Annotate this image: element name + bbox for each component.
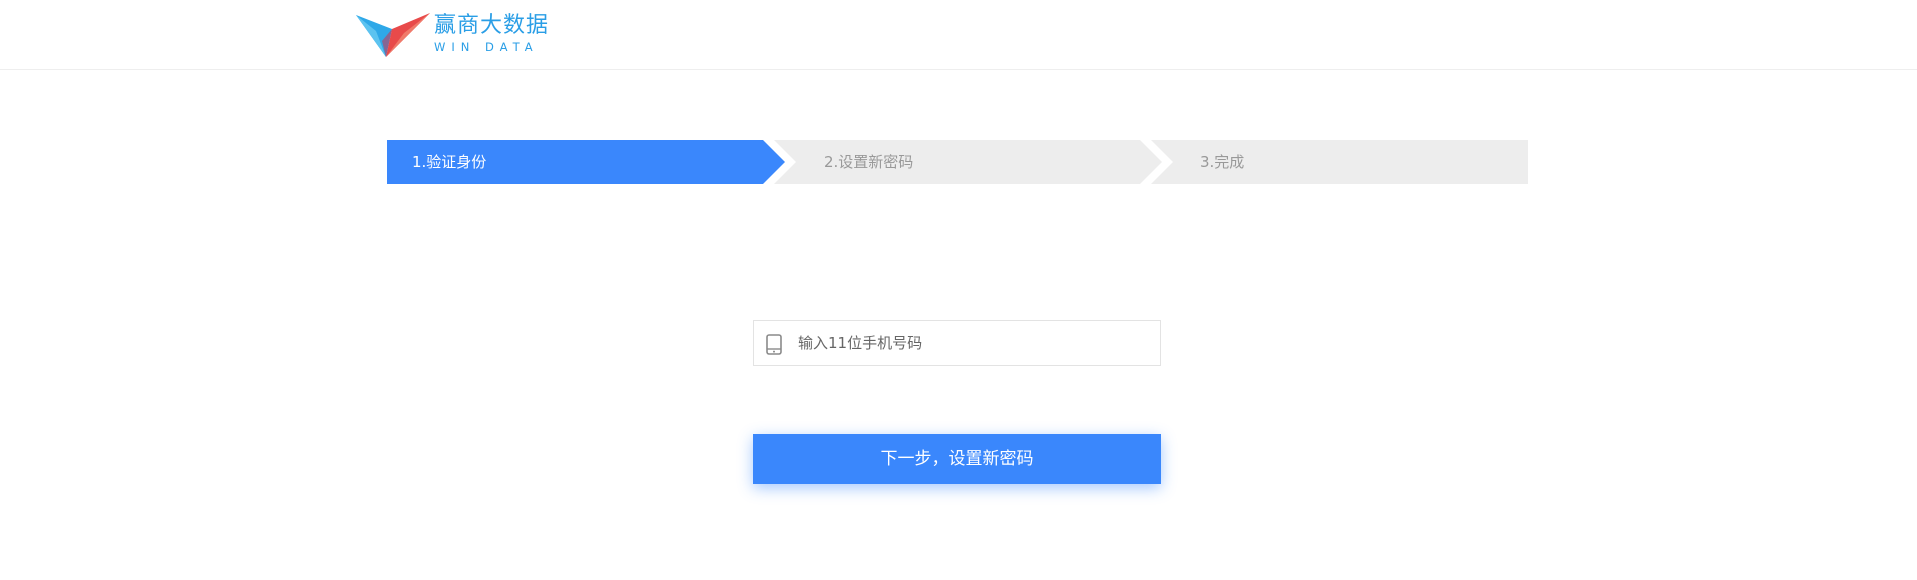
logo-text: 赢商大数据 WIN DATA: [434, 13, 549, 55]
step-1-label: 1.验证身份: [412, 153, 487, 171]
phone-input[interactable]: [798, 321, 1148, 365]
top-header: 赢商大数据 WIN DATA: [0, 0, 1917, 70]
phone-field[interactable]: [753, 320, 1161, 366]
logo-subtitle: WIN DATA: [434, 40, 539, 54]
step-arrows: [387, 140, 1528, 184]
step-3-label: 3.完成: [1200, 153, 1245, 171]
mobile-phone-icon: [766, 334, 782, 355]
logo-title: 赢商大数据: [434, 13, 550, 38]
step-progress-bar: 1.验证身份 2.设置新密码 3.完成: [387, 140, 1528, 184]
logo-mark-icon: [356, 13, 430, 57]
next-step-button[interactable]: 下一步，设置新密码: [753, 434, 1161, 484]
step-2-label: 2.设置新密码: [824, 153, 914, 171]
logo[interactable]: 赢商大数据 WIN DATA: [356, 11, 549, 59]
